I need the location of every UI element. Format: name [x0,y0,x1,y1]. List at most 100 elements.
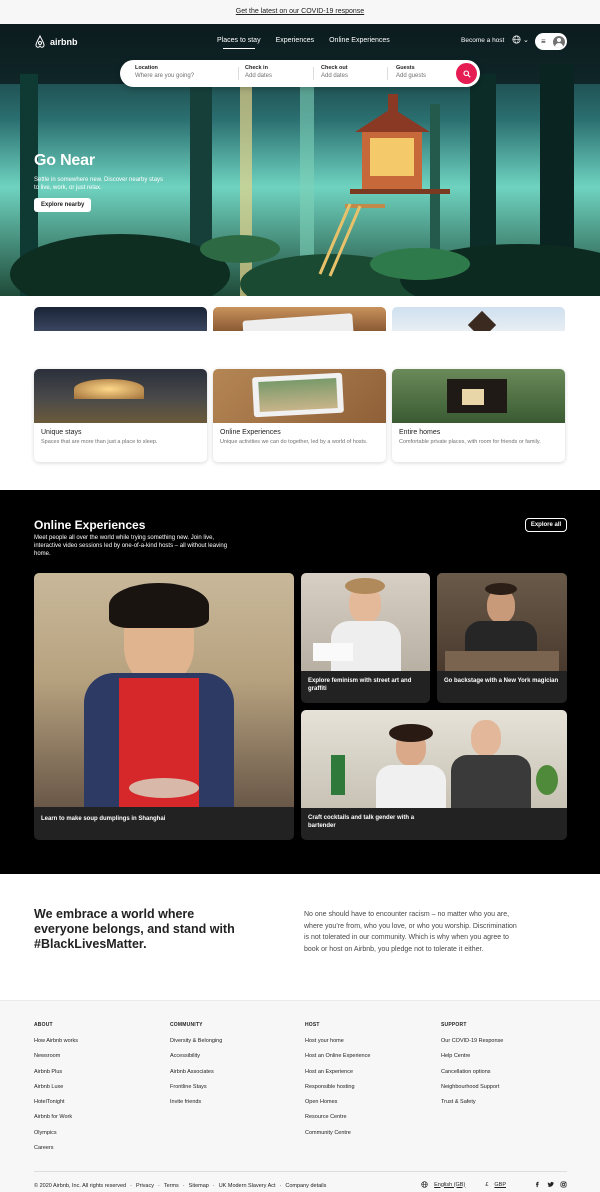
checkin-input[interactable]: Add dates [245,73,272,79]
legal-link-company-details[interactable]: Company details [285,1183,326,1189]
footer-link[interactable]: Airbnb Luxe [34,1080,78,1095]
top-navigation: airbnb Places to stay Experiences Online… [0,24,600,60]
footer-heading: HOST [305,1022,320,1028]
footer-link[interactable]: Host your home [305,1034,370,1049]
section-subtitle: Meet people all over the world while try… [34,535,228,557]
category-card-entire-homes[interactable]: Entire homes Comfortable private places,… [392,369,565,462]
experience-caption: Go backstage with a New York magician [444,678,559,684]
chevron-down-icon: ⌄ [523,36,529,44]
footer-link[interactable]: Careers [34,1141,78,1156]
card-description: Unique activities we can do together, le… [220,439,368,445]
search-icon [462,69,471,78]
hero-section: airbnb Places to stay Experiences Online… [0,24,600,296]
section-title: Online Experiences [34,518,146,532]
currency-symbol: £ [485,1181,489,1188]
covid-banner-link[interactable]: Get the latest on our COVID-19 response [236,8,364,15]
experience-tile-feminism[interactable]: Explore feminism with street art and gra… [301,573,430,703]
experience-photo [437,573,567,671]
legal-link-sitemap[interactable]: Sitemap [189,1183,209,1189]
user-menu-button[interactable]: ≡ [535,33,567,50]
footer-link[interactable]: Help Centre [441,1049,503,1064]
footer-link[interactable]: Diversity & Belonging [170,1034,222,1049]
footer-link[interactable]: Airbnb for Work [34,1110,78,1125]
footer-settings: English (GB) £ GBP [421,1181,567,1188]
search-button[interactable] [456,63,477,84]
covid-banner: Get the latest on our COVID-19 response [0,0,600,24]
twitter-icon[interactable] [547,1181,554,1188]
globe-icon [421,1181,428,1188]
search-divider [238,67,239,80]
footer-link[interactable]: Invite friends [170,1095,222,1110]
footer-link[interactable]: Frontline Stays [170,1080,222,1095]
experience-caption: Craft cocktails and talk gender with a b… [308,815,415,829]
footer-column-support: SUPPORT Our COVID-19 Response Help Centr… [441,1022,503,1110]
blm-heading: We embrace a world where everyone belong… [34,907,235,951]
search-divider [313,67,314,80]
experience-tile-cocktails[interactable]: Craft cocktails and talk gender with a b… [301,710,567,840]
checkout-label: Check out [321,65,348,71]
search-bar: Location Where are you going? Check in A… [120,60,480,87]
airbnb-wordmark: airbnb [50,36,78,47]
footer-column-host: HOST Host your home Host an Online Exper… [305,1022,370,1141]
online-experiences-section: Online Experiences Meet people all over … [0,490,600,874]
category-card-online-experiences[interactable]: Online Experiences Unique activities we … [213,369,386,462]
category-card-unique-stays[interactable]: Unique stays Spaces that are more than j… [34,369,207,462]
hero-title: Go Near [34,152,95,169]
hero-copy: Go Near Settle in somewhere new. Discove… [34,152,164,212]
legal-link-terms[interactable]: Terms [164,1183,179,1189]
currency-link[interactable]: GBP [494,1182,506,1188]
search-divider [387,67,388,80]
instagram-icon[interactable] [560,1181,567,1188]
card-title: Unique stays [41,429,82,436]
legal-links: © 2020 Airbnb, Inc. All rights reserved … [34,1183,327,1189]
card-title: Entire homes [399,429,441,436]
footer-link[interactable]: Trust & Safety [441,1095,503,1110]
language-link[interactable]: English (GB) [434,1182,465,1188]
guests-label: Guests [396,65,415,71]
footer-link[interactable]: Host an Experience [305,1065,370,1080]
footer-link[interactable]: Airbnb Associates [170,1065,222,1080]
footer-link[interactable]: Resource Centre [305,1110,370,1125]
hero-subtitle: Settle in somewhere new. Discover nearby… [34,177,164,191]
footer: ABOUT How Airbnb works Newsroom Airbnb P… [0,1000,600,1192]
footer-link[interactable]: Olympics [34,1126,78,1141]
footer-link[interactable]: How Airbnb works [34,1034,78,1049]
location-label: Location [135,65,158,71]
checkin-field[interactable]: Check in Add dates [245,65,272,79]
footer-link[interactable]: Accessibility [170,1049,222,1064]
facebook-icon[interactable] [534,1181,541,1188]
tab-places-to-stay[interactable]: Places to stay [217,37,261,49]
language-selector[interactable]: ⌄ [512,35,529,44]
guests-input[interactable]: Add guests [396,73,426,79]
tab-online-experiences[interactable]: Online Experiences [329,37,390,44]
footer-column-about: ABOUT How Airbnb works Newsroom Airbnb P… [34,1022,78,1156]
tab-experiences[interactable]: Experiences [276,37,315,44]
footer-link[interactable]: Newsroom [34,1049,78,1064]
checkin-label: Check in [245,65,268,71]
location-input[interactable]: Where are you going? [135,73,194,79]
checkout-field[interactable]: Check out Add dates [321,65,348,79]
experience-tile-magician[interactable]: Go backstage with a New York magician [437,573,567,703]
footer-link[interactable]: Airbnb Plus [34,1065,78,1080]
location-field[interactable]: Location Where are you going? [135,65,194,79]
footer-link[interactable]: Cancellation options [441,1065,503,1080]
footer-link[interactable]: Our COVID-19 Response [441,1034,503,1049]
footer-link[interactable]: Host an Online Experience [305,1049,370,1064]
airbnb-logo[interactable]: airbnb [34,35,78,48]
globe-icon [512,35,521,44]
hamburger-menu-icon: ≡ [541,36,546,46]
experience-photo [34,573,294,807]
legal-link-modern-slavery[interactable]: UK Modern Slavery Act [219,1183,276,1189]
experience-tile-dumplings[interactable]: Learn to make soup dumplings in Shanghai [34,573,294,840]
become-host-link[interactable]: Become a host [461,37,504,44]
footer-link[interactable]: Community Centre [305,1126,370,1141]
legal-link-privacy[interactable]: Privacy [136,1183,154,1189]
guests-field[interactable]: Guests Add guests [396,65,426,79]
footer-link[interactable]: HotelTonight [34,1095,78,1110]
footer-link[interactable]: Open Homes [305,1095,370,1110]
checkout-input[interactable]: Add dates [321,73,348,79]
footer-link[interactable]: Neighbourhood Support [441,1080,503,1095]
explore-nearby-button[interactable]: Explore nearby [34,198,92,212]
footer-link[interactable]: Responsible hosting [305,1080,370,1095]
explore-all-button[interactable]: Explore all [525,518,567,532]
